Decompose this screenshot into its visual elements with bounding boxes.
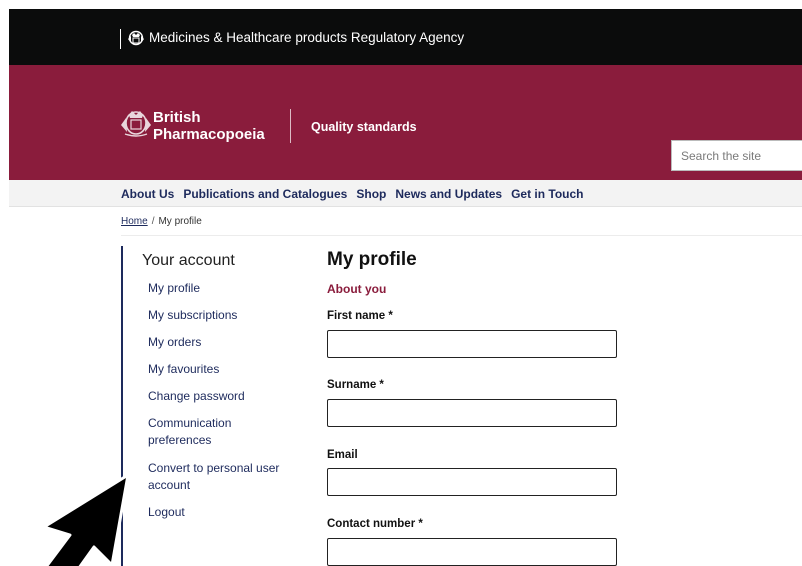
nav-item-about-us[interactable]: About Us	[121, 187, 174, 201]
site-header: British Pharmacopoeia Quality standards	[9, 65, 802, 180]
account-sidebar: Your account My profile My subscriptions…	[121, 246, 301, 566]
email-input[interactable]	[327, 468, 617, 496]
brand-divider	[290, 109, 291, 143]
nav-item-get-in-touch[interactable]: Get in Touch	[511, 187, 583, 201]
sidebar-item-my-favourites[interactable]: My favourites	[148, 361, 298, 378]
agency-bar: Medicines & Healthcare products Regulato…	[9, 9, 802, 65]
search-input[interactable]	[671, 140, 802, 171]
sidebar-item-logout[interactable]: Logout	[148, 504, 298, 521]
content-divider	[121, 235, 802, 236]
main-nav: About Us Publications and Catalogues Sho…	[9, 180, 802, 207]
sidebar-item-change-password[interactable]: Change password	[148, 388, 298, 405]
breadcrumb: Home / My profile	[121, 216, 202, 227]
first-name-label: First name *	[327, 310, 393, 322]
agency-separator	[120, 29, 121, 49]
breadcrumb-separator: /	[151, 216, 155, 227]
brand-name-line1[interactable]: British	[153, 109, 201, 126]
first-name-input[interactable]	[327, 330, 617, 358]
brand-name-line2[interactable]: Pharmacopoeia	[153, 126, 265, 143]
section-title: About you	[327, 282, 387, 296]
page-title: My profile	[327, 249, 417, 270]
email-label: Email	[327, 449, 358, 461]
royal-crest-icon	[128, 30, 144, 46]
sidebar-item-my-subscriptions[interactable]: My subscriptions	[148, 307, 298, 324]
sidebar-title: Your account	[142, 252, 235, 269]
surname-input[interactable]	[327, 399, 617, 427]
browser-viewport: Medicines & Healthcare products Regulato…	[9, 9, 802, 566]
sidebar-item-convert-account[interactable]: Convert to personal user account	[148, 460, 298, 494]
royal-crest-icon[interactable]	[119, 107, 153, 139]
nav-item-publications[interactable]: Publications and Catalogues	[183, 187, 347, 201]
sidebar-item-my-profile[interactable]: My profile	[148, 280, 298, 297]
agency-name-link[interactable]: Medicines & Healthcare products Regulato…	[149, 30, 464, 45]
sidebar-item-my-orders[interactable]: My orders	[148, 334, 298, 351]
surname-label: Surname *	[327, 379, 384, 391]
breadcrumb-current: My profile	[158, 216, 202, 227]
contact-number-input[interactable]	[327, 538, 617, 566]
nav-item-news[interactable]: News and Updates	[395, 187, 502, 201]
contact-number-label: Contact number *	[327, 518, 423, 530]
sidebar-item-communication-preferences[interactable]: Communication preferences	[148, 415, 258, 449]
breadcrumb-home-link[interactable]: Home	[121, 216, 148, 227]
site-tagline: Quality standards	[311, 120, 417, 134]
nav-item-shop[interactable]: Shop	[356, 187, 386, 201]
